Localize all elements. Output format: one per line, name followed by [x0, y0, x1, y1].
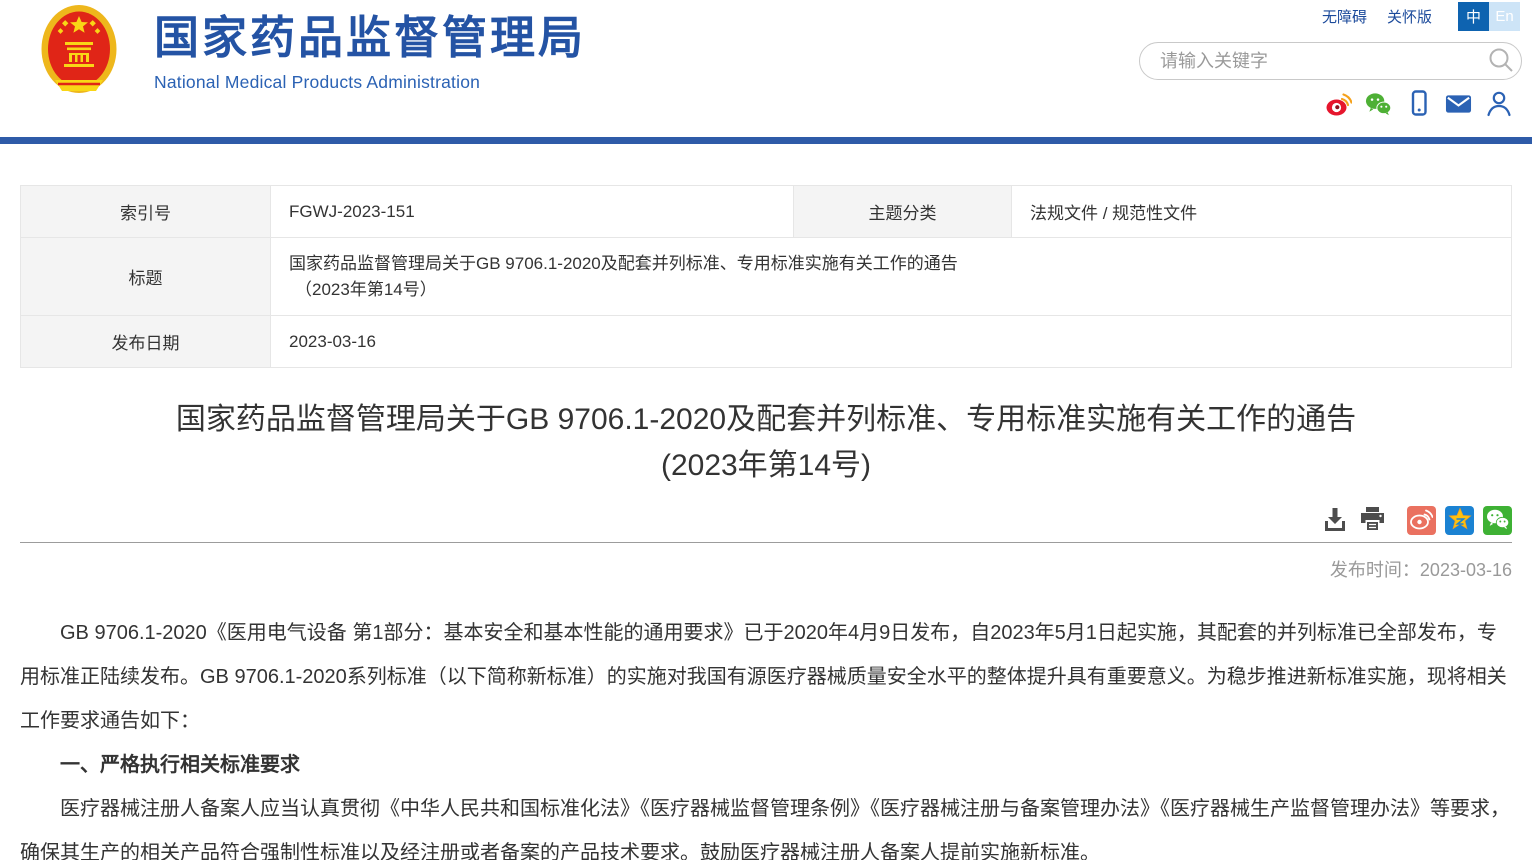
accessibility-link[interactable]: 无障碍 [1322, 6, 1367, 27]
header-top-right: 无障碍 关怀版 中 En [1322, 2, 1520, 31]
search-button[interactable] [1481, 43, 1521, 79]
download-icon [1322, 506, 1348, 535]
national-emblem-icon [40, 4, 118, 103]
title-divider [20, 542, 1512, 543]
share-weibo-button[interactable] [1407, 506, 1436, 535]
mobile-icon[interactable] [1405, 90, 1432, 117]
header-social-row [1325, 90, 1512, 117]
user-icon[interactable] [1485, 90, 1512, 117]
share-qzone-button[interactable] [1445, 506, 1474, 535]
article-title-line1: 国家药品监督管理局关于GB 9706.1-2020及配套并列标准、专用标准实施有… [20, 397, 1512, 443]
site-header: 国家药品监督管理局 National Medical Products Admi… [0, 0, 1532, 137]
print-button[interactable] [1358, 507, 1386, 535]
index-number-label: 索引号 [21, 186, 271, 238]
article-paragraph-2: 医疗器械注册人备案人应当认真贯彻《中华人民共和国标准化法》《医疗器械监督管理条例… [20, 787, 1512, 860]
header-accent-bar [0, 137, 1532, 144]
share-weibo-icon [1410, 508, 1433, 533]
wechat-icon[interactable] [1365, 90, 1392, 117]
article-paragraph-1: GB 9706.1-2020《医用电气设备 第1部分：基本安全和基本性能的通用要… [20, 611, 1512, 743]
share-qzone-icon [1448, 507, 1472, 534]
title-value-line2: （2023年第14号） [289, 277, 1511, 303]
section-1-heading: 一、严格执行相关标准要求 [20, 743, 1512, 787]
download-button[interactable] [1321, 507, 1349, 535]
search-icon [1487, 46, 1515, 77]
search-input[interactable] [1140, 51, 1481, 72]
article-toolbar [20, 506, 1512, 535]
share-wechat-button[interactable] [1483, 506, 1512, 535]
title-value: 国家药品监督管理局关于GB 9706.1-2020及配套并列标准、专用标准实施有… [271, 238, 1512, 316]
table-row: 发布日期 2023-03-16 [21, 316, 1512, 368]
language-switch: 中 En [1458, 2, 1520, 31]
site-name-en: National Medical Products Administration [154, 72, 586, 93]
publish-time: 发布时间：2023-03-16 [20, 556, 1512, 582]
article-title-line2: (2023年第14号) [20, 443, 1512, 489]
share-wechat-icon [1486, 508, 1510, 533]
mail-icon[interactable] [1445, 90, 1472, 117]
site-search [1139, 42, 1522, 80]
weibo-icon[interactable] [1325, 90, 1352, 117]
title-label: 标题 [21, 238, 271, 316]
topic-category-label: 主题分类 [794, 186, 1012, 238]
document-info-table: 索引号 FGWJ-2023-151 主题分类 法规文件 / 规范性文件 标题 国… [20, 185, 1512, 368]
site-name-cn: 国家药品监督管理局 [154, 10, 586, 66]
publish-date-label: 发布日期 [21, 316, 271, 368]
print-icon [1359, 506, 1386, 535]
main-content: 索引号 FGWJ-2023-151 主题分类 法规文件 / 规范性文件 标题 国… [0, 185, 1532, 860]
topic-category-value: 法规文件 / 规范性文件 [1012, 186, 1512, 238]
article-title: 国家药品监督管理局关于GB 9706.1-2020及配套并列标准、专用标准实施有… [20, 397, 1512, 489]
table-row: 索引号 FGWJ-2023-151 主题分类 法规文件 / 规范性文件 [21, 186, 1512, 238]
care-version-link[interactable]: 关怀版 [1387, 6, 1432, 27]
title-value-line1: 国家药品监督管理局关于GB 9706.1-2020及配套并列标准、专用标准实施有… [289, 251, 1511, 277]
lang-en-button[interactable]: En [1489, 2, 1520, 31]
site-logo[interactable]: 国家药品监督管理局 National Medical Products Admi… [40, 4, 586, 103]
article-body: GB 9706.1-2020《医用电气设备 第1部分：基本安全和基本性能的通用要… [20, 611, 1512, 860]
index-number-value: FGWJ-2023-151 [271, 186, 794, 238]
table-row: 标题 国家药品监督管理局关于GB 9706.1-2020及配套并列标准、专用标准… [21, 238, 1512, 316]
publish-date-value: 2023-03-16 [271, 316, 1512, 368]
lang-zh-button[interactable]: 中 [1458, 2, 1489, 31]
